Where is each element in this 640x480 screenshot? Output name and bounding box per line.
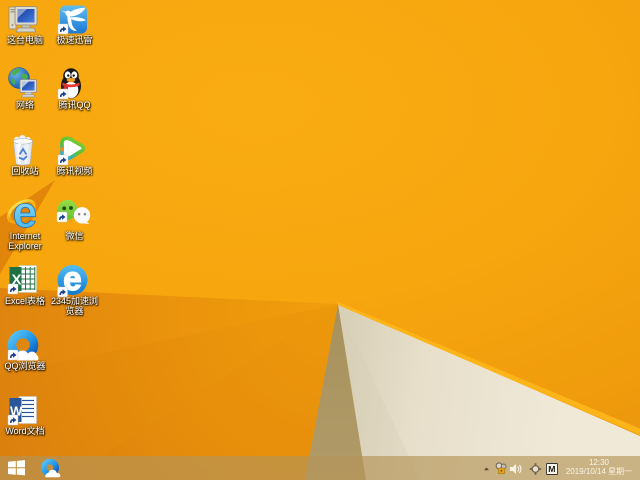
svg-text:M: M <box>548 464 555 474</box>
svg-text:e: e <box>13 197 37 230</box>
